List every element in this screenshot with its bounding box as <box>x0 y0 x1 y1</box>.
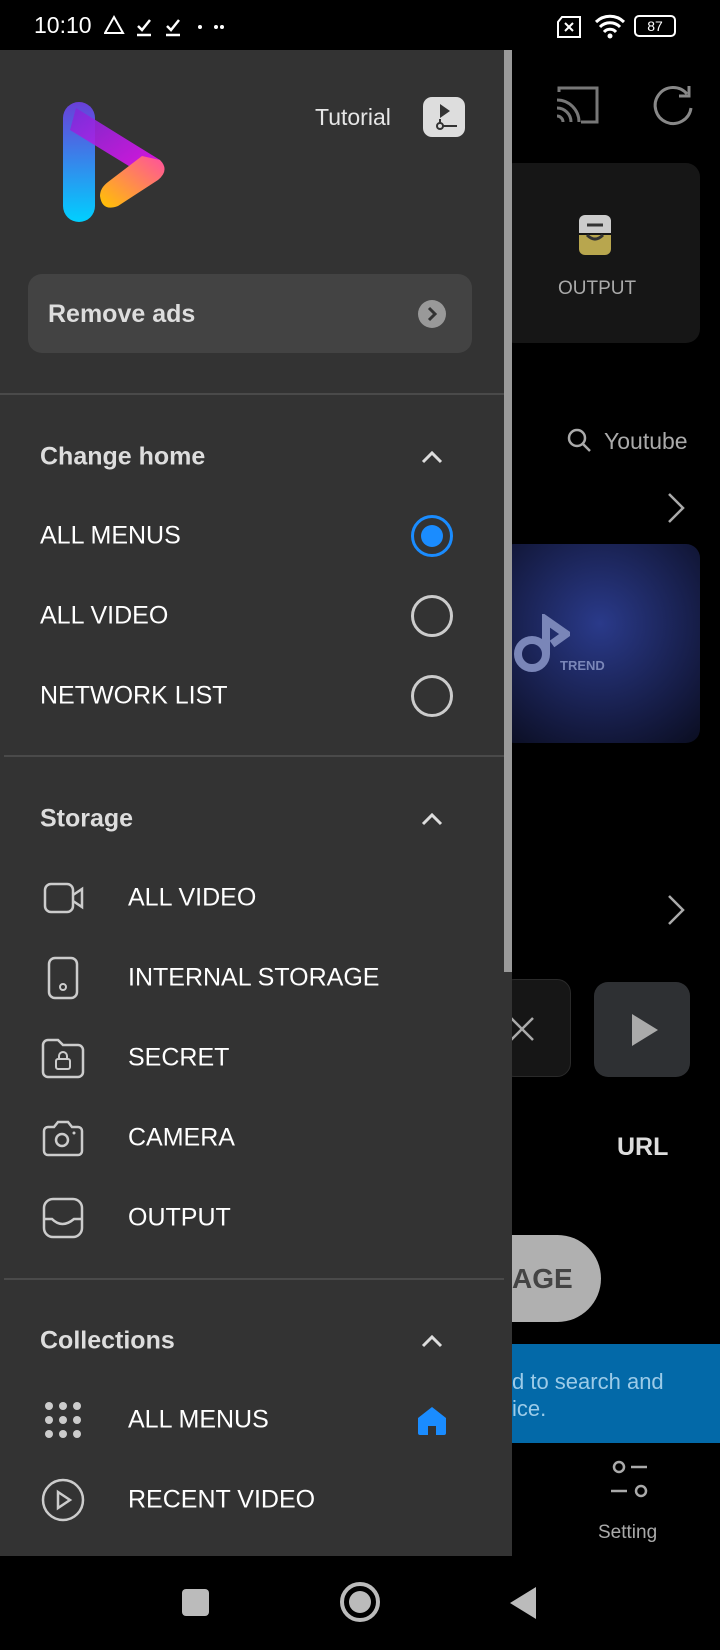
drawer-scrollbar[interactable] <box>504 50 512 972</box>
output-card[interactable]: OUTPUT <box>500 163 700 343</box>
battery-level: 87 <box>647 18 663 34</box>
radio-network-list[interactable] <box>411 675 453 717</box>
collection-item-all-menus[interactable]: ALL MENUS <box>128 1406 269 1435</box>
divider <box>0 393 504 395</box>
play-icon <box>632 1014 658 1046</box>
change-home-title: Change home <box>40 442 206 471</box>
option-label[interactable]: NETWORK LIST <box>40 682 228 711</box>
remove-ads-button[interactable]: Remove ads <box>28 274 472 353</box>
close-icon <box>510 1017 534 1041</box>
info-banner: d to search and ice. <box>500 1344 720 1443</box>
system-nav-bar <box>0 1556 720 1650</box>
play-card[interactable] <box>594 982 690 1077</box>
camera-icon <box>42 1120 84 1157</box>
url-label: URL <box>617 1133 669 1161</box>
search-input[interactable]: Youtube <box>604 428 688 455</box>
chevron-right-icon[interactable] <box>666 492 686 524</box>
search-icon <box>567 428 591 452</box>
chevron-up-icon[interactable] <box>420 445 444 469</box>
collection-item-recent-video[interactable]: RECENT VIDEO <box>128 1486 315 1515</box>
wifi-icon <box>594 14 626 39</box>
back-button[interactable] <box>508 1585 538 1621</box>
app-logo <box>63 102 165 222</box>
grid-dots-icon <box>45 1402 81 1438</box>
storage-item-internal-storage[interactable]: INTERNAL STORAGE <box>128 964 379 993</box>
option-label[interactable]: ALL VIDEO <box>40 602 168 631</box>
storage-item-output[interactable]: OUTPUT <box>128 1204 231 1233</box>
refresh-icon[interactable] <box>651 84 695 128</box>
storage-item-camera[interactable]: CAMERA <box>128 1124 235 1153</box>
chevron-up-icon[interactable] <box>420 807 444 831</box>
collections-title: Collections <box>40 1326 175 1355</box>
chevron-right-icon[interactable] <box>666 894 686 926</box>
tutorial-label[interactable]: Tutorial <box>315 104 391 131</box>
banner-text-line2: ice. <box>512 1396 547 1421</box>
storage-title: Storage <box>40 804 134 833</box>
option-label: ALL MENUS <box>40 521 181 550</box>
setting-icon[interactable] <box>609 1459 651 1499</box>
remove-ads-label: Remove ads <box>48 300 196 328</box>
page-button-label: AGE <box>512 1263 573 1294</box>
trend-card[interactable]: TREND <box>500 544 700 743</box>
locked-folder-icon <box>41 1038 85 1079</box>
output-icon <box>579 215 611 255</box>
cast-icon[interactable] <box>555 86 599 126</box>
trend-label: TREND <box>560 658 605 673</box>
tutorial-button[interactable] <box>423 97 465 137</box>
no-sim-icon <box>557 16 581 38</box>
radio-all-menus[interactable] <box>411 515 453 557</box>
tutorial-icon <box>436 104 457 130</box>
phone-storage-icon <box>47 956 79 1000</box>
chevron-right-icon <box>418 300 446 328</box>
video-camera-icon <box>43 882 84 914</box>
play-circle-icon <box>41 1478 85 1522</box>
setting-label[interactable]: Setting <box>598 1522 657 1544</box>
banner-text-line1: d to search and <box>512 1369 664 1394</box>
inbox-icon <box>42 1197 84 1239</box>
chevron-up-icon[interactable] <box>420 1329 444 1353</box>
home-icon <box>418 1407 446 1435</box>
status-bar: 10:10 87 <box>0 0 720 50</box>
home-button[interactable] <box>340 1582 380 1622</box>
status-time: 10:10 <box>34 12 92 38</box>
recents-button[interactable] <box>182 1589 209 1616</box>
storage-item-all-video[interactable]: ALL VIDEO <box>128 884 256 913</box>
storage-item-secret[interactable]: SECRET <box>128 1044 229 1073</box>
divider <box>4 755 504 757</box>
notification-icons <box>104 14 224 37</box>
radio-all-video[interactable] <box>411 595 453 637</box>
output-label: OUTPUT <box>558 278 637 299</box>
battery-icon: 87 <box>634 15 676 37</box>
divider <box>4 1278 504 1280</box>
